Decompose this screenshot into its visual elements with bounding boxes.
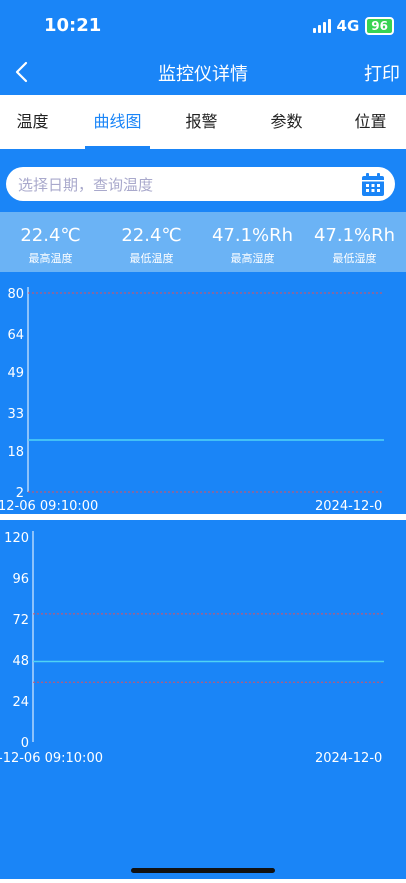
y-tick-label: 0 — [21, 736, 29, 751]
x-tick-label: 12-06 09:10:00 — [0, 499, 98, 514]
tab-bar: 温度 曲线图 报警 参数 位置 — [0, 95, 406, 149]
humidity-chart: 120 96 72 48 24 0 -12-06 09:10:00 2024-12-0 — [0, 520, 406, 866]
print-button[interactable]: 打印 — [364, 60, 400, 86]
status-time: 10:21 — [44, 15, 102, 36]
humidity-chart-svg: 120 96 72 48 24 0-12-06 09:10:00 2024-12-0 — [0, 531, 384, 766]
stat-label: 最高温度 — [28, 252, 73, 265]
tab-temperature[interactable]: 温度 — [0, 95, 73, 149]
x-tick-label: 2024-12-0 — [315, 751, 382, 766]
temperature-chart-svg: 8064493318212-06 09:10:00 2024-12-0 — [0, 287, 384, 514]
stat-max-temperature: 22.4℃ 最高温度 — [0, 212, 101, 266]
stats-bar: 22.4℃ 最高温度 22.4℃ 最低温度 47.1%Rh 最高湿度 47.1%… — [0, 212, 406, 272]
y-tick-label: 96 — [12, 572, 29, 587]
calendar-icon[interactable] — [361, 173, 385, 197]
active-tab-indicator — [85, 146, 150, 149]
battery-icon: 96 — [365, 17, 394, 35]
stat-min-humidity: 47.1%Rh 最低湿度 — [304, 212, 405, 266]
stat-value: 22.4℃ — [20, 225, 81, 246]
y-tick-label: 120 — [4, 531, 29, 546]
tab-alarm[interactable]: 报警 — [161, 95, 242, 149]
tab-parameters[interactable]: 参数 — [246, 95, 327, 149]
x-tick-label: -12-06 09:10:00 — [0, 751, 103, 766]
status-indicators: 4G 96 — [312, 17, 394, 35]
network-label: 4G — [336, 17, 360, 35]
stat-value: 47.1%Rh — [313, 225, 396, 246]
stat-label: 最低湿度 — [332, 252, 377, 265]
x-tick-label: 2024-12-0 — [315, 499, 382, 514]
y-tick-label: 72 — [12, 613, 29, 628]
stat-label: 最高湿度 — [230, 252, 275, 265]
y-tick-label: 49 — [7, 366, 24, 381]
bottom-strip — [0, 879, 406, 883]
y-tick-label: 64 — [7, 328, 24, 343]
stat-value: 47.1%Rh — [211, 225, 294, 246]
tab-location[interactable]: 位置 — [330, 95, 406, 149]
y-tick-label: 48 — [12, 654, 29, 669]
search-placeholder: 选择日期，查询温度 — [18, 176, 154, 194]
stat-min-temperature: 22.4℃ 最低温度 — [101, 212, 202, 266]
temperature-chart: 80 64 49 33 18 2 12-06 09:10:00 2024-12-0 — [0, 272, 406, 514]
y-tick-label: 18 — [7, 445, 24, 460]
y-tick-label: 33 — [7, 407, 24, 422]
page-title: 监控仪详情 — [158, 64, 248, 85]
y-tick-label: 24 — [12, 695, 29, 710]
home-indicator — [131, 868, 275, 873]
stat-max-humidity: 47.1%Rh 最高湿度 — [202, 212, 303, 266]
tab-curve[interactable]: 曲线图 — [77, 95, 158, 149]
y-tick-label: 80 — [7, 287, 24, 302]
nav-bar: 监控仪详情 打印 — [0, 52, 406, 94]
date-search-input[interactable]: 选择日期，查询温度 — [6, 167, 395, 201]
signal-icon — [312, 19, 331, 33]
stat-value: 22.4℃ — [121, 225, 182, 246]
status-bar: 10:21 4G 96 — [0, 0, 406, 52]
stat-label: 最低温度 — [129, 252, 174, 265]
